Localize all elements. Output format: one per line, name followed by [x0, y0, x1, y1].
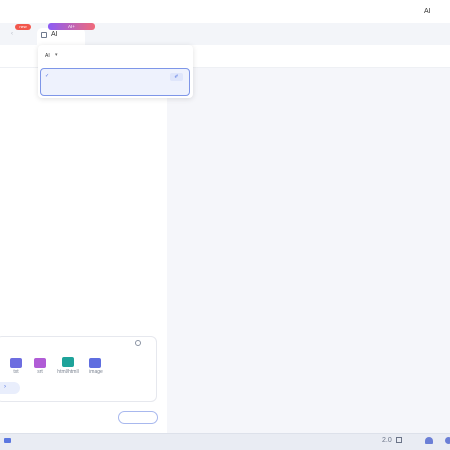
- srt-format-label: srt: [37, 369, 43, 375]
- app-icon[interactable]: [445, 437, 450, 444]
- txt-format-icon[interactable]: [10, 358, 22, 368]
- image-format-label: image: [89, 369, 103, 375]
- html-format-label: html/htmll: [57, 369, 79, 375]
- chevron-right-icon: ›: [4, 384, 6, 390]
- version-label: 2.0: [382, 437, 392, 444]
- dropdown-item-selected[interactable]: [40, 68, 190, 96]
- new-badge: new: [15, 24, 31, 30]
- clock-icon[interactable]: [135, 340, 141, 346]
- user-menu[interactable]: AI: [424, 8, 431, 15]
- srt-format-icon[interactable]: [34, 358, 46, 368]
- ai-plus-badge: AI+: [48, 23, 95, 30]
- chevron-left-icon: ‹: [11, 31, 13, 37]
- model-select[interactable]: [44, 51, 84, 61]
- grid-icon[interactable]: [396, 437, 402, 443]
- right-panel: [167, 45, 450, 433]
- html-format-icon[interactable]: [62, 357, 74, 367]
- mail-icon[interactable]: [4, 438, 11, 443]
- model-select-label: AI: [45, 53, 50, 59]
- android-icon[interactable]: [425, 437, 433, 444]
- check-icon: ✓: [45, 73, 50, 79]
- edit-icon[interactable]: ✐: [170, 73, 183, 81]
- right-panel-header: [167, 45, 450, 68]
- top-bar: [0, 0, 450, 24]
- ai-tab-icon: [41, 32, 47, 38]
- submit-button[interactable]: [118, 411, 158, 424]
- caret-down-icon: ▾: [55, 52, 58, 58]
- tab-ai-label: AI: [51, 31, 58, 38]
- image-format-icon[interactable]: [89, 358, 101, 368]
- expand-button[interactable]: [0, 382, 20, 394]
